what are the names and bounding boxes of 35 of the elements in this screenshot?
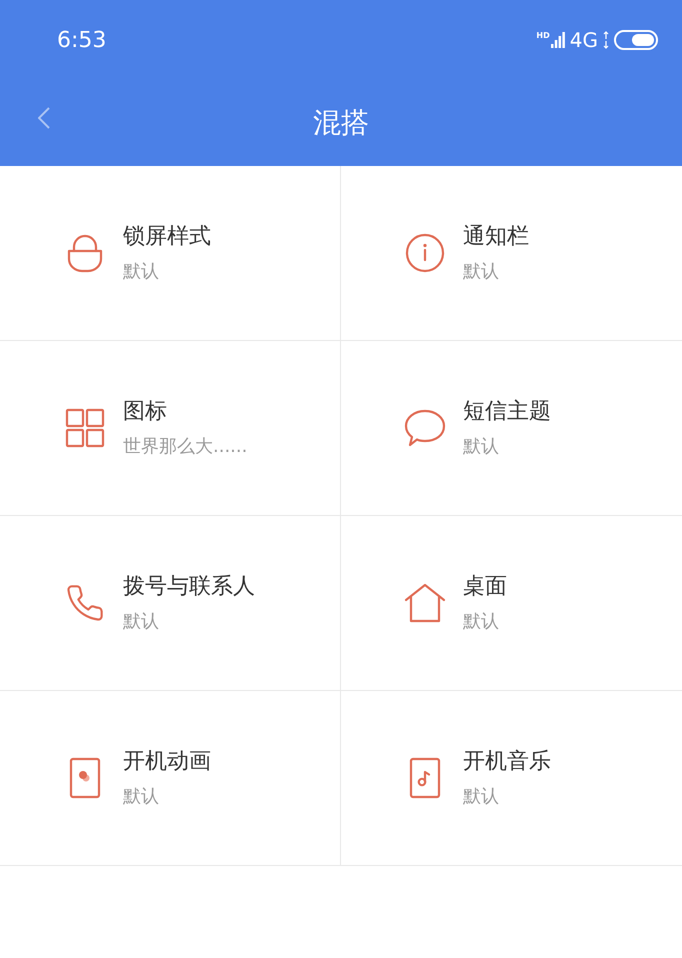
speech-bubble-icon <box>404 408 446 448</box>
tile-title: 开机动画 <box>123 748 211 776</box>
lock-icon <box>66 233 104 273</box>
signal-icon <box>550 32 565 48</box>
tile-subtitle: 默认 <box>123 260 160 283</box>
grid-icon <box>65 408 105 448</box>
tile-subtitle: 默认 <box>123 786 160 808</box>
hd-label: HD <box>536 32 550 40</box>
info-icon <box>405 233 445 273</box>
tile-subtitle: 默认 <box>463 786 500 808</box>
tile-title: 开机音乐 <box>463 748 551 776</box>
page-title: 混搭 <box>313 105 369 141</box>
tile-title: 桌面 <box>463 573 507 600</box>
theme-tile[interactable]: 锁屏样式 默认 <box>0 166 341 341</box>
tile-subtitle: 默认 <box>463 436 500 458</box>
back-icon <box>38 107 50 129</box>
network-label: 4G <box>570 30 598 50</box>
battery-icon <box>614 30 658 50</box>
tile-subtitle: 世界那么大...... <box>123 436 248 458</box>
tile-title: 锁屏样式 <box>123 223 211 250</box>
status-time: 6:53 <box>57 26 106 54</box>
tile-title: 拨号与联系人 <box>123 573 255 600</box>
house-icon <box>404 583 446 623</box>
theme-tile[interactable]: 开机动画 默认 <box>0 691 341 866</box>
tile-title: 通知栏 <box>463 223 529 250</box>
theme-tile[interactable]: 拨号与联系人 默认 <box>0 516 341 691</box>
tile-title: 短信主题 <box>463 398 551 426</box>
tile-subtitle: 默认 <box>463 610 500 633</box>
tile-subtitle: 默认 <box>123 610 160 633</box>
data-arrows-icon <box>603 31 609 49</box>
phone-icon <box>65 583 105 623</box>
tile-title: 图标 <box>123 398 168 426</box>
music-note-card-icon <box>409 757 441 799</box>
tile-subtitle: 默认 <box>463 260 500 283</box>
theme-tile[interactable]: 图标 世界那么大...... <box>0 341 341 516</box>
